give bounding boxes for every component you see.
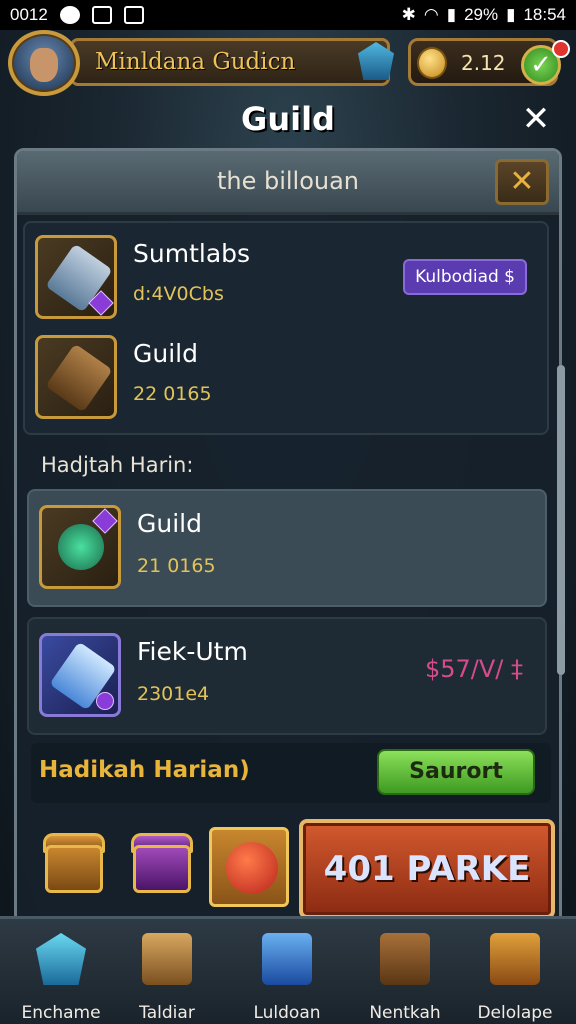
panel-subtitle: the billouan <box>216 167 360 195</box>
list-item[interactable]: Guild 21 0165 <box>27 489 547 607</box>
scrollbar-thumb[interactable] <box>557 365 565 675</box>
hammer-weapon-icon <box>35 335 117 419</box>
signal-icon: ▮ <box>446 5 457 24</box>
blue-chest-icon <box>262 933 312 985</box>
item-list: Sumtlabs d:4V0Cbs Kulbodiad $ Guild 22 0… <box>23 221 549 435</box>
item-name: Fiek-Utm <box>137 637 248 666</box>
nav-item-luldoan[interactable]: Luldoan <box>232 929 342 1024</box>
item-tag-badge[interactable]: Kulbodiad $ <box>403 259 527 295</box>
item-name: Sumtlabs <box>133 239 251 268</box>
nav-label: Enchame <box>21 1003 101 1023</box>
fruit-icon <box>226 842 278 894</box>
item-name: Guild <box>133 339 198 368</box>
currency-display: 2.12 ✓ <box>408 38 570 86</box>
bluetooth-icon: ✱ <box>401 5 416 24</box>
status-bar: 0012 ✱ ◠ ▮ 29% ▮ 18:54 <box>0 0 576 30</box>
notification-icon <box>59 6 80 24</box>
section-label: Hadjtah Harin: <box>41 453 194 477</box>
edit-icon <box>91 6 112 24</box>
scrollbar[interactable] <box>557 365 565 675</box>
screen-title: Guild <box>241 100 335 138</box>
notification-dot <box>552 40 570 58</box>
list-item[interactable]: Guild 22 0165 <box>25 323 545 443</box>
emerald-ring-icon <box>39 505 121 589</box>
app-icon <box>123 6 144 24</box>
nav-label: Luldoan <box>253 1003 321 1023</box>
top-bar: Minldana Gudicn 2.12 ✓ <box>0 30 576 96</box>
daily-reward-label: Hadikah Harian) <box>39 757 250 783</box>
nav-item-nentkah[interactable]: Nentkah <box>350 929 460 1024</box>
treasure-icon <box>490 933 540 985</box>
nav-item-enchame[interactable]: Enchame <box>6 929 116 1024</box>
item-price: $57/V/ ‡ <box>424 655 523 683</box>
reward-fruit-selected[interactable] <box>209 827 289 907</box>
player-name: Minldana Gudicn <box>95 49 296 75</box>
claim-button[interactable]: Saurort <box>377 749 535 795</box>
item-sub: 2301e4 <box>137 683 210 705</box>
bottom-nav: Enchame Taldiar Luldoan Nentkah Delolape <box>0 916 576 1024</box>
status-left-text: 0012 <box>10 5 48 24</box>
nav-label: Taldiar <box>139 1003 195 1023</box>
spear-weapon-icon <box>39 633 121 717</box>
battery-icon: ▮ <box>506 5 516 24</box>
reward-chest-purple[interactable] <box>123 827 203 907</box>
player-avatar[interactable] <box>8 30 80 96</box>
list-item[interactable]: Fiek-Utm 2301e4 $57/V/ ‡ <box>27 617 547 735</box>
reward-strip: 401 PARKE <box>23 813 557 923</box>
item-sub: d:4V0Cbs <box>133 283 224 305</box>
crate-icon <box>380 933 430 985</box>
item-sub: 22 0165 <box>133 383 212 405</box>
gold-coin-icon <box>417 47 447 79</box>
daily-reward-row: Hadikah Harian) Saurort <box>31 743 551 803</box>
panel-close-button[interactable]: ✕ <box>495 159 549 205</box>
wifi-icon: ◠ <box>423 5 439 24</box>
reward-chest-gold[interactable] <box>35 827 115 907</box>
item-sub: 21 0165 <box>137 555 216 577</box>
close-button[interactable]: ✕ <box>516 100 556 140</box>
big-action-button[interactable]: 401 PARKE <box>299 819 555 919</box>
nav-item-delolape[interactable]: Delolape <box>460 929 570 1024</box>
battery-text: 29% <box>464 5 499 24</box>
drill-weapon-icon <box>35 235 117 319</box>
nav-label: Nentkah <box>369 1003 441 1023</box>
panel-header: the billouan ✕ <box>17 151 559 215</box>
currency-value: 2.12 <box>461 51 506 75</box>
clock: 18:54 <box>523 5 566 24</box>
nav-label: Delolape <box>477 1003 553 1023</box>
crystal-icon <box>36 933 86 985</box>
item-name: Guild <box>137 509 202 538</box>
scroll-icon <box>142 933 192 985</box>
player-name-bar[interactable]: Minldana Gudicn <box>70 38 390 86</box>
add-currency-button[interactable]: ✓ <box>521 40 570 85</box>
guild-panel: the billouan ✕ Sumtlabs d:4V0Cbs Kulbodi… <box>14 148 565 948</box>
nav-item-taldiar[interactable]: Taldiar <box>112 929 222 1024</box>
